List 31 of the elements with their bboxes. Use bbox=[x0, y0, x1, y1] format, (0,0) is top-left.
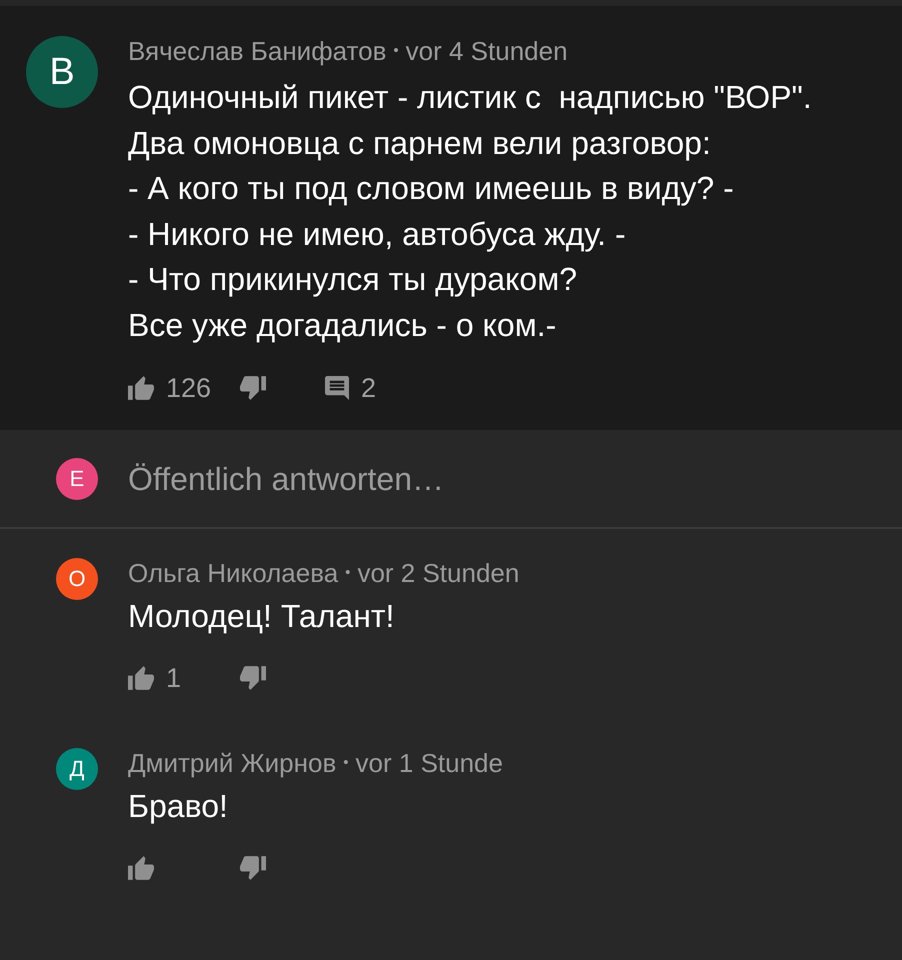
thumbs-down-icon bbox=[240, 856, 266, 880]
thumbs-down-icon bbox=[240, 666, 266, 690]
comment-text: Одиночный пикет - листик с надписью "ВОР". Два омоновца с парнем вели разговор: - А кого ты под словом имеешь в виду? - - Никого не имею, автобуса жду. - - Что прикинулся ты дураком? Все уже догадались - о ком.- bbox=[128, 78, 813, 345]
comment-time: vor 2 Stunden bbox=[357, 558, 520, 588]
reply-field[interactable]: Öffentlich antworten… bbox=[128, 458, 872, 498]
dislike-button[interactable] bbox=[240, 666, 266, 690]
comment-time: vor 1 Stunde bbox=[356, 748, 503, 778]
thumbs-up-icon bbox=[128, 856, 154, 880]
thumbs-up-icon bbox=[128, 376, 154, 400]
user-avatar: О bbox=[56, 558, 98, 600]
like-button[interactable]: 1 bbox=[128, 663, 182, 693]
comment-text: Молодец! Талант! bbox=[128, 597, 396, 636]
separator-dot: • bbox=[393, 41, 399, 61]
comment-text: Браво! bbox=[128, 787, 229, 826]
like-button[interactable]: 126 bbox=[128, 373, 212, 403]
author-name: Вячеслав Банифатов bbox=[128, 36, 386, 66]
user-avatar: E bbox=[56, 458, 98, 500]
user-avatar: Д bbox=[56, 748, 98, 790]
comment-time: vor 4 Stunden bbox=[406, 36, 568, 66]
dislike-button[interactable] bbox=[240, 856, 266, 880]
separator-dot: • bbox=[343, 753, 349, 773]
separator-dot: • bbox=[345, 563, 350, 583]
author-name: Ольга Николаева bbox=[128, 558, 338, 588]
comment-icon bbox=[325, 376, 349, 400]
dislike-button[interactable] bbox=[240, 376, 266, 400]
author-name: Дмитрий Жирнов bbox=[128, 748, 336, 778]
thumbs-down-icon bbox=[240, 376, 266, 400]
replies-button[interactable]: 2 bbox=[325, 373, 376, 403]
thumbs-up-icon bbox=[128, 666, 154, 690]
like-button[interactable] bbox=[128, 856, 154, 880]
user-avatar: В bbox=[26, 36, 98, 108]
